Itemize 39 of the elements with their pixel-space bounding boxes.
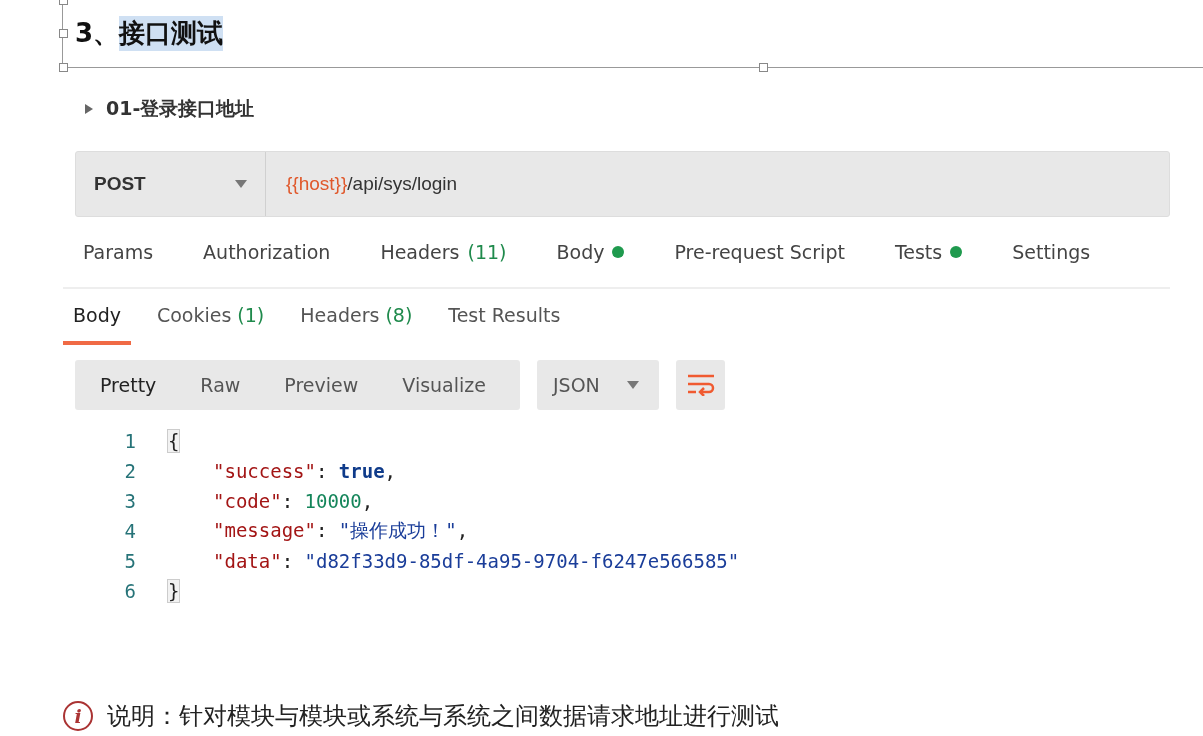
heading-title: 接口测试 bbox=[119, 16, 224, 51]
caret-icon bbox=[235, 180, 247, 188]
code-line: "code": 10000, bbox=[212, 490, 374, 512]
code-line: "success": true, bbox=[212, 460, 397, 482]
request-tab[interactable]: Params bbox=[83, 241, 154, 263]
resize-handle[interactable] bbox=[759, 63, 768, 72]
request-tab[interactable]: Authorization bbox=[203, 241, 331, 263]
request-tab[interactable]: Pre-request Script bbox=[674, 241, 845, 263]
expand-triangle-icon[interactable] bbox=[84, 103, 94, 115]
request-name: 01-登录接口地址 bbox=[106, 96, 255, 121]
wrap-lines-icon bbox=[686, 374, 715, 396]
line-number: 4 bbox=[123, 520, 137, 542]
view-mode-option[interactable]: Visualize bbox=[383, 368, 505, 402]
response-tab[interactable]: Cookies (1) bbox=[146, 289, 275, 345]
format-dropdown[interactable]: JSON bbox=[537, 360, 659, 410]
response-tab[interactable]: Test Results bbox=[438, 289, 571, 345]
note-text: 说明：针对模块与模块或系统与系统之间数据请求地址进行测试 bbox=[107, 701, 779, 732]
request-tab[interactable]: Headers (11) bbox=[380, 241, 507, 263]
line-number: 3 bbox=[123, 490, 137, 512]
resize-handle[interactable] bbox=[59, 63, 68, 72]
line-number: 6 bbox=[123, 580, 137, 602]
resize-handle[interactable] bbox=[59, 29, 68, 38]
request-tab[interactable]: Body bbox=[556, 241, 625, 263]
caret-icon bbox=[627, 381, 639, 389]
url-field[interactable]: {{host}}/api/sys/login bbox=[266, 173, 458, 195]
line-number: 1 bbox=[123, 430, 137, 452]
request-tab[interactable]: Settings bbox=[1012, 241, 1091, 263]
code-line: "data": "d82f33d9-85df-4a95-9704-f6247e566585" bbox=[212, 550, 740, 572]
view-mode-option[interactable]: Raw bbox=[181, 368, 260, 402]
response-tab[interactable]: Headers (8) bbox=[290, 289, 423, 345]
info-icon: i bbox=[63, 701, 93, 731]
response-tab[interactable]: Body bbox=[63, 289, 131, 345]
method-dropdown[interactable]: POST bbox=[76, 152, 266, 216]
view-mode-option[interactable]: Preview bbox=[265, 368, 378, 402]
line-number: 5 bbox=[123, 550, 137, 572]
request-tab[interactable]: Tests bbox=[894, 241, 963, 263]
wrap-button[interactable] bbox=[676, 360, 725, 410]
line-number: 2 bbox=[123, 460, 137, 482]
code-line: "message": "操作成功！", bbox=[212, 518, 469, 543]
